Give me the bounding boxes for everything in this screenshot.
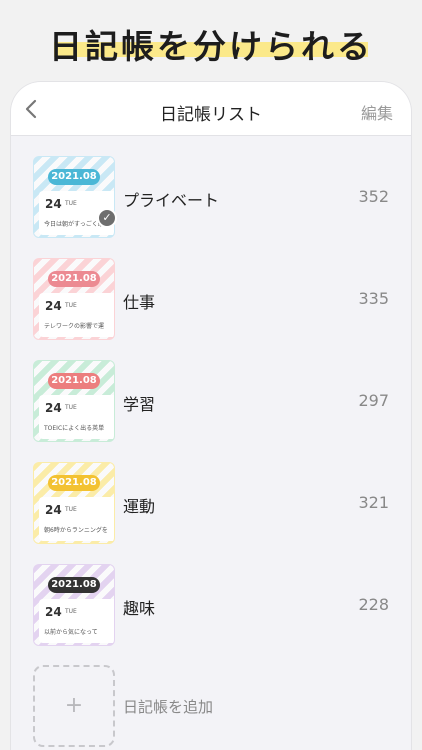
cover-entry-card: 24 TUE テレワークの影響で運 <box>39 293 114 337</box>
selected-check-icon: ✓ <box>97 208 117 228</box>
diary-row[interactable]: 2021.08 24 TUE 朝6時からランニングを 運動 321 <box>11 462 411 544</box>
cover-entry-text: 朝6時からランニングを <box>44 527 108 534</box>
diary-entry-count: 335 <box>358 289 389 308</box>
add-diary-label[interactable]: 日記帳を追加 <box>123 696 213 717</box>
diary-entry-count: 228 <box>358 595 389 614</box>
cover-entry-card: 24 TUE TOEICによく出る英単 <box>39 395 114 439</box>
cover-day: 24 <box>45 197 62 211</box>
cover-day: 24 <box>45 503 62 517</box>
cover-day: 24 <box>45 605 62 619</box>
cover-day: 24 <box>45 401 62 415</box>
page-title: 日記帳リスト <box>160 105 262 125</box>
diary-name: 趣味 <box>123 599 156 618</box>
cover-weekday: TUE <box>65 608 77 615</box>
cover-entry-card: 24 TUE 朝6時からランニングを <box>39 497 114 541</box>
cover-weekday: TUE <box>65 506 77 513</box>
cover-date-badge: 2021.08 <box>48 271 100 287</box>
diary-name: 運動 <box>123 497 156 516</box>
cover-entry-text: 以前から気になって <box>44 629 98 636</box>
hero-banner: 日記帳を分けられる <box>0 0 422 86</box>
diary-row[interactable]: 2021.08 24 TUE TOEICによく出る英単 学習 297 <box>11 360 411 442</box>
diary-row[interactable]: 2021.08 24 TUE 以前から気になって 趣味 228 <box>11 564 411 646</box>
navigation-bar: 日記帳リスト 編集 <box>11 82 411 136</box>
cover-weekday: TUE <box>65 302 77 309</box>
diary-entry-count: 352 <box>358 187 389 206</box>
diary-cover-thumbnail: 2021.08 24 TUE 朝6時からランニングを <box>33 462 115 544</box>
diary-entry-count: 297 <box>358 391 389 410</box>
plus-icon: + <box>64 693 84 718</box>
cover-entry-text: TOEICによく出る英単 <box>44 425 105 432</box>
hero-title: 日記帳を分けられる <box>49 27 373 66</box>
edit-button[interactable]: 編集 <box>361 100 393 124</box>
diary-name: 仕事 <box>123 293 156 312</box>
cover-date-badge: 2021.08 <box>48 373 100 389</box>
diary-cover-thumbnail: 2021.08 24 TUE 以前から気になって <box>33 564 115 646</box>
diary-row[interactable]: 2021.08 24 TUE 今日は朝がすっごく眠 ✓ プライベート 352 <box>11 156 411 238</box>
cover-weekday: TUE <box>65 404 77 411</box>
diary-entry-count: 321 <box>358 493 389 512</box>
diary-cover-thumbnail: 2021.08 24 TUE テレワークの影響で運 <box>33 258 115 340</box>
diary-name: プライベート <box>123 191 220 210</box>
cover-day: 24 <box>45 299 62 313</box>
diary-name: 学習 <box>123 395 156 414</box>
cover-entry-card: 24 TUE 以前から気になって <box>39 599 114 643</box>
diary-row[interactable]: 2021.08 24 TUE テレワークの影響で運 仕事 335 <box>11 258 411 340</box>
cover-date-badge: 2021.08 <box>48 475 100 491</box>
add-diary-button[interactable]: + <box>33 665 115 747</box>
cover-date-badge: 2021.08 <box>48 169 100 185</box>
cover-weekday: TUE <box>65 200 77 207</box>
cover-date-badge: 2021.08 <box>48 577 100 593</box>
diary-cover-thumbnail: 2021.08 24 TUE TOEICによく出る英単 <box>33 360 115 442</box>
cover-entry-text: テレワークの影響で運 <box>44 323 105 330</box>
phone-screen: 日記帳リスト 編集 2021.08 24 TUE 今日は朝がすっごく眠 ✓ プライベート 3… <box>11 82 411 750</box>
